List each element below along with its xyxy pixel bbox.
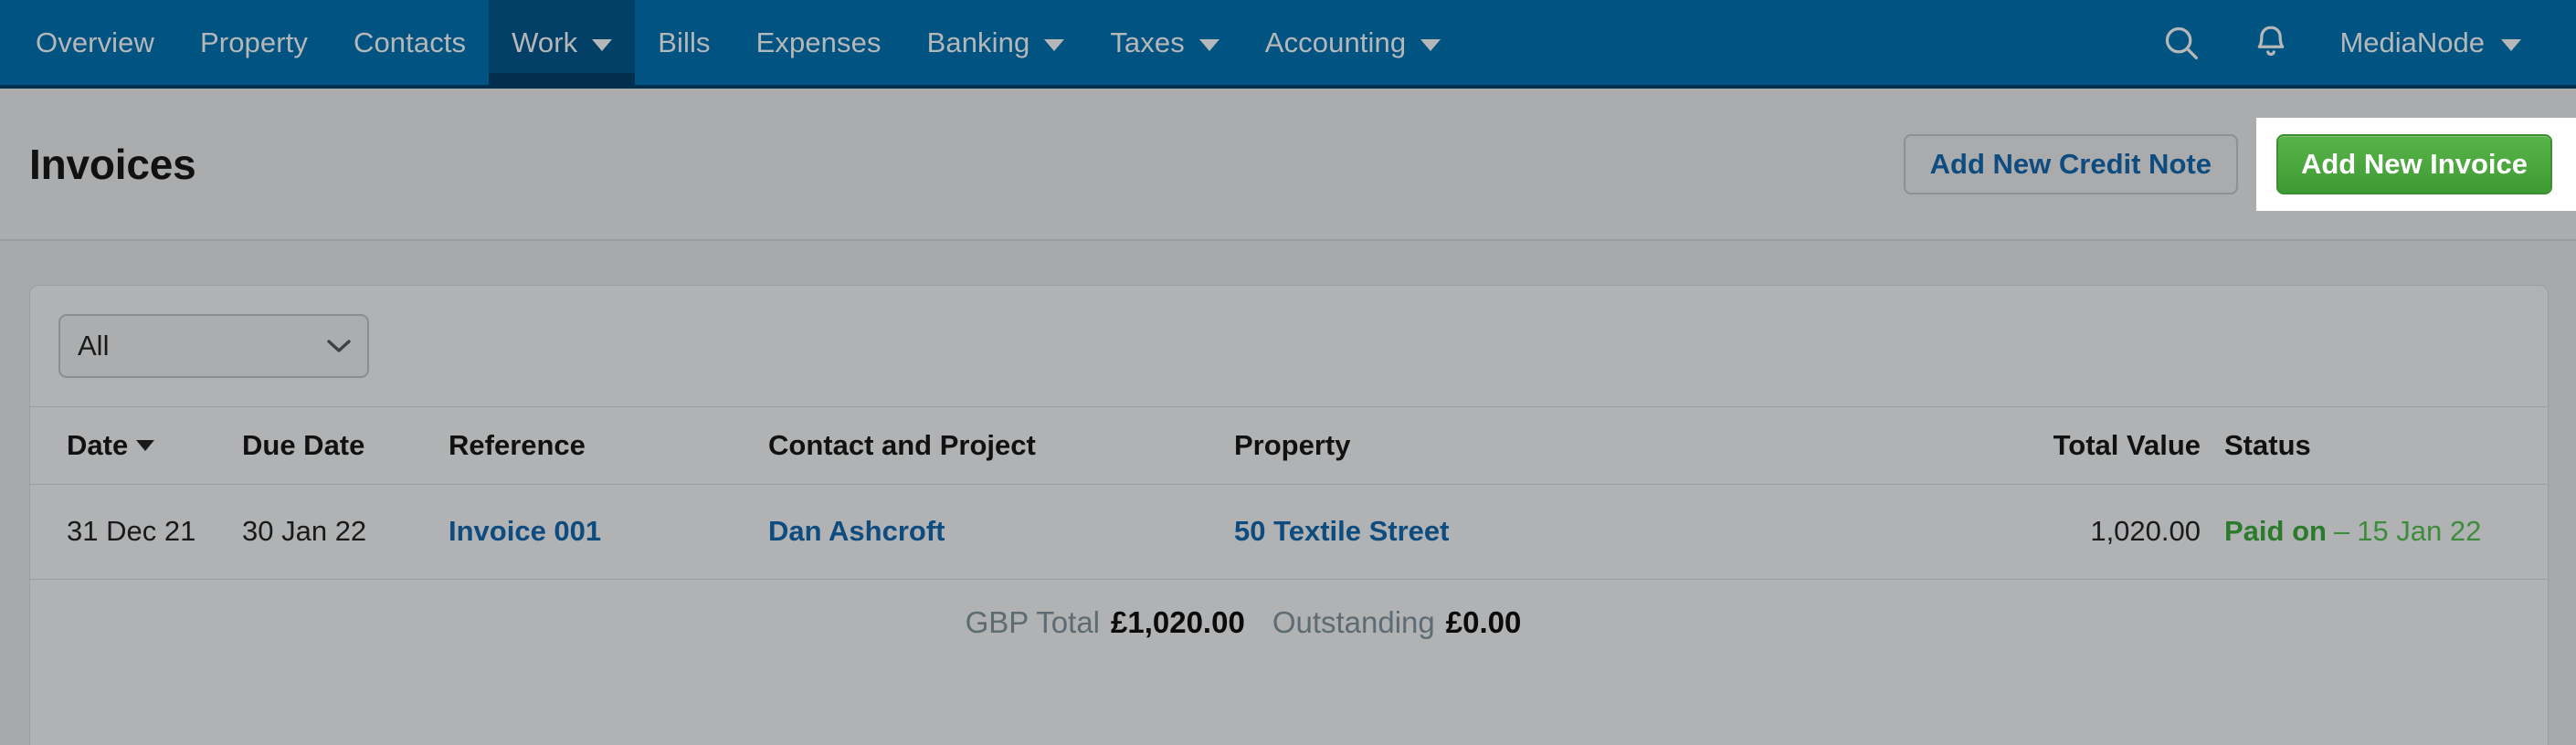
notifications-button[interactable] — [2226, 0, 2316, 85]
chevron-down-icon — [1044, 38, 1065, 51]
add-new-invoice-highlight: Add New Invoice — [2255, 117, 2576, 211]
invoices-filter-bar: All — [30, 286, 2548, 407]
nav-item-label: Work — [512, 26, 578, 58]
chevron-down-icon — [592, 38, 613, 51]
status-badge: Paid on — [2224, 515, 2327, 547]
nav-item-work[interactable]: Work — [489, 0, 636, 85]
status-filter[interactable]: All — [58, 314, 369, 378]
page-header-actions: Add New Credit Note Add New Invoice — [1903, 89, 2576, 239]
column-header-contact-and-project[interactable]: Contact and Project — [768, 407, 1234, 485]
contact-link[interactable]: Dan Ashcroft — [768, 515, 945, 547]
cell-total-value: 1,020.00 — [1884, 484, 2224, 580]
property-link[interactable]: 50 Textile Street — [1234, 515, 1449, 547]
status-separator: – — [2333, 515, 2350, 547]
cell-date: 31 Dec 21 — [30, 484, 242, 580]
nav-item-bills[interactable]: Bills — [635, 0, 733, 85]
cell-reference: Invoice 001 — [449, 484, 768, 580]
nav-item-label: Accounting — [1264, 26, 1407, 58]
column-header-date[interactable]: Date — [30, 407, 242, 485]
cell-contact: Dan Ashcroft — [768, 484, 1234, 580]
nav-item-label: Overview — [36, 26, 154, 58]
nav-item-accounting[interactable]: Accounting — [1242, 0, 1463, 85]
page-header: Invoices Add New Credit Note Add New Inv… — [0, 89, 2576, 241]
nav-item-overview[interactable]: Overview — [13, 0, 177, 85]
outstanding-total: Outstanding £0.00 — [1272, 605, 1522, 640]
cell-property: 50 Textile Street — [1234, 484, 1884, 580]
outstanding-value: £0.00 — [1445, 604, 1522, 639]
page-content: All Date Due Date Reference Contact and … — [0, 241, 2576, 745]
status-filter-value[interactable]: All — [58, 314, 369, 378]
outstanding-label: Outstanding — [1272, 604, 1435, 639]
chevron-down-icon — [1198, 38, 1219, 51]
add-new-credit-note-button[interactable]: Add New Credit Note — [1903, 133, 2238, 194]
nav-item-label: Taxes — [1110, 26, 1185, 58]
table-row[interactable]: 31 Dec 21 30 Jan 22 Invoice 001 Dan Ashc… — [30, 484, 2548, 580]
table-header-row: Date Due Date Reference Contact and Proj… — [30, 407, 2548, 485]
user-menu-label: MediaNode — [2339, 26, 2485, 58]
search-icon — [2166, 26, 2199, 59]
nav-item-contacts[interactable]: Contacts — [331, 0, 489, 85]
column-header-due-date[interactable]: Due Date — [242, 407, 449, 485]
cell-status: Paid on –15 Jan 22 — [2224, 484, 2548, 580]
column-header-status[interactable]: Status — [2224, 407, 2548, 485]
invoices-table-body: 31 Dec 21 30 Jan 22 Invoice 001 Dan Ashc… — [30, 484, 2548, 580]
status-date: 15 Jan 22 — [2357, 515, 2482, 547]
cell-due-date: 30 Jan 22 — [242, 484, 449, 580]
nav-item-label: Expenses — [755, 26, 882, 58]
gbp-total-value: £1,020.00 — [1111, 604, 1245, 639]
user-menu[interactable]: MediaNode — [2316, 0, 2539, 85]
column-header-total-value[interactable]: Total Value — [1884, 407, 2224, 485]
nav-item-taxes[interactable]: Taxes — [1087, 0, 1241, 85]
column-header-property[interactable]: Property — [1234, 407, 1884, 485]
gbp-total: GBP Total £1,020.00 — [966, 605, 1245, 640]
nav-item-expenses[interactable]: Expenses — [734, 0, 904, 85]
nav-item-property[interactable]: Property — [177, 0, 331, 85]
nav-item-label: Bills — [658, 26, 711, 58]
top-navigation-bar: Overview Property Contacts Work Bills Ex… — [0, 0, 2576, 89]
nav-item-label: Property — [200, 26, 308, 58]
invoice-reference-link[interactable]: Invoice 001 — [449, 515, 601, 547]
sort-descending-icon — [136, 440, 155, 452]
search-button[interactable] — [2137, 0, 2226, 85]
nav-item-label: Banking — [926, 26, 1030, 58]
nav-utility-links: MediaNode — [2137, 0, 2576, 85]
column-header-reference[interactable]: Reference — [449, 407, 768, 485]
chevron-down-icon — [1420, 38, 1441, 51]
chevron-down-icon — [2501, 38, 2521, 51]
nav-item-label: Contacts — [353, 26, 467, 58]
add-new-invoice-button[interactable]: Add New Invoice — [2275, 133, 2552, 194]
nav-primary-links: Overview Property Contacts Work Bills Ex… — [13, 0, 1463, 85]
gbp-total-label: GBP Total — [965, 604, 1100, 639]
page-title: Invoices — [29, 140, 196, 188]
nav-item-banking[interactable]: Banking — [904, 0, 1088, 85]
invoices-table-head: Date Due Date Reference Contact and Proj… — [30, 407, 2548, 485]
invoices-card: All Date Due Date Reference Contact and … — [29, 285, 2549, 745]
column-header-label: Date — [67, 428, 129, 461]
invoices-totals: GBP Total £1,020.00 Outstanding £0.00 — [30, 580, 2548, 640]
bell-icon — [2258, 26, 2285, 56]
invoices-table: Date Due Date Reference Contact and Proj… — [30, 407, 2548, 580]
